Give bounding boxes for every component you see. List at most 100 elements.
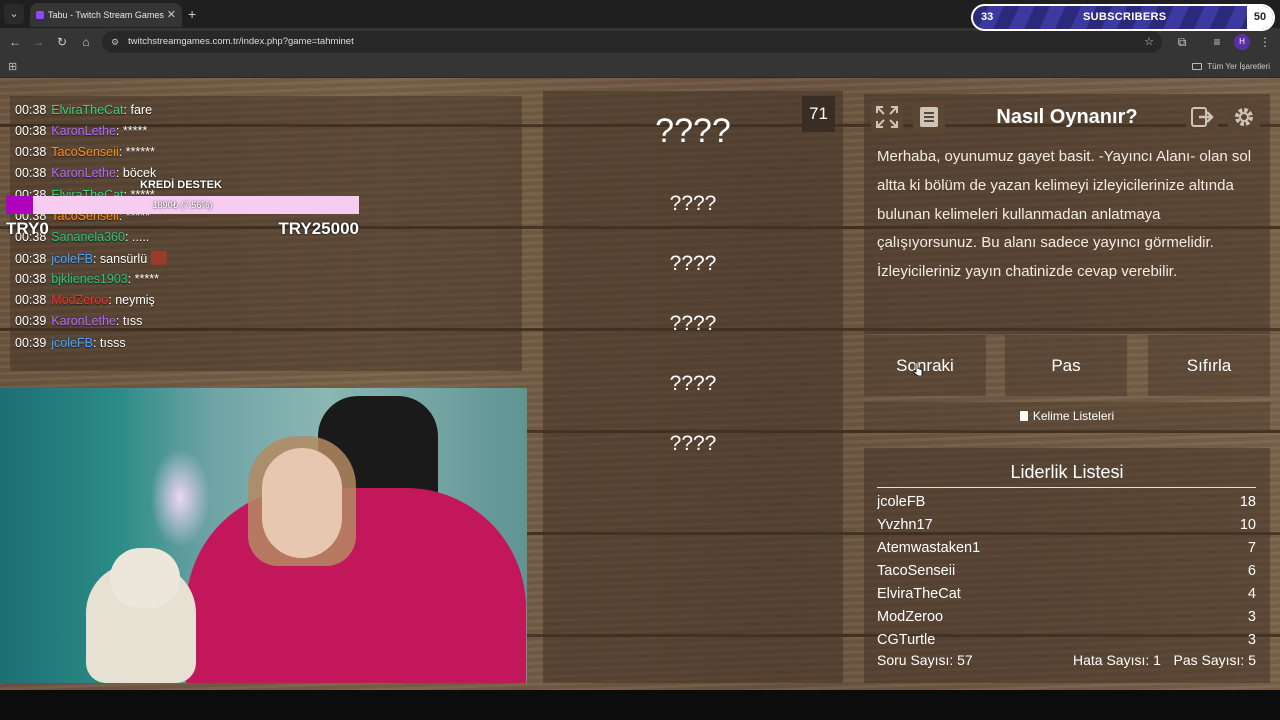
leaderboard-list: jcoleFB 18 Yvzhn17 10 Atemwastaken1 7 TacoSens… xyxy=(877,494,1256,649)
word-lists-button[interactable]: Kelime Listeleri xyxy=(864,402,1270,431)
chat-timestamp: 00:39 xyxy=(15,336,47,350)
leaderboard-score: 4 xyxy=(1247,586,1256,602)
taboo-word: ???? xyxy=(669,432,717,455)
chat-username[interactable]: ModZeroo xyxy=(51,293,108,307)
donation-progress-bar: 1890₺ (7.56%) xyxy=(6,196,359,214)
chat-text: : ***** xyxy=(115,124,148,138)
chat-text: : fare xyxy=(123,103,153,117)
donation-goal-title: KREDİ DESTEK xyxy=(140,179,222,191)
leaderboard-score: 10 xyxy=(1239,517,1256,533)
tab-search-icon[interactable]: ⌄ xyxy=(4,4,24,24)
subs-goal-count: 50 xyxy=(1247,6,1273,29)
leaderboard-name: Yvzhn17 xyxy=(877,517,933,533)
leaderboard-name: CGTurtle xyxy=(877,632,936,648)
chat-message: 00:38 bjklienes1903: ***** xyxy=(15,272,159,286)
leaderboard-row: CGTurtle 3 xyxy=(877,632,1256,649)
chat-message: 00:39 KaronLethe: tıss xyxy=(15,314,142,328)
chat-timestamp: 00:38 xyxy=(15,103,47,117)
chat-message: 00:39 jcoleFB: tısss xyxy=(15,336,126,350)
pass-count: Pas Sayısı: 5 xyxy=(1173,652,1256,668)
chat-text: : böcek xyxy=(115,166,157,180)
question-count: Soru Sayısı: 57 xyxy=(877,652,973,668)
leaderboard-divider xyxy=(877,487,1256,488)
leaderboard-name: ElviraTheCat xyxy=(877,586,961,602)
new-tab-icon[interactable]: + xyxy=(188,3,196,25)
chat-timestamp: 00:39 xyxy=(15,314,47,328)
leaderboard-row: Yvzhn17 10 xyxy=(877,517,1256,537)
taboo-word: ???? xyxy=(669,312,717,335)
donation-progress-label: 1890₺ (7.56%) xyxy=(152,200,213,210)
leaderboard-score: 6 xyxy=(1247,563,1256,579)
reading-list-icon[interactable]: ≡ xyxy=(1208,33,1226,51)
chat-message: 00:38 KaronLethe: ***** xyxy=(15,124,147,138)
bookmark-star-icon[interactable]: ☆ xyxy=(1144,31,1154,53)
close-tab-icon[interactable]: ✕ xyxy=(167,3,176,27)
chat-timestamp: 00:38 xyxy=(15,166,47,180)
leaderboard-row: jcoleFB 18 xyxy=(877,494,1256,514)
chat-username[interactable]: KaronLethe xyxy=(51,314,116,328)
chat-text: : neymiş xyxy=(108,293,155,307)
profile-avatar[interactable]: H xyxy=(1234,34,1250,50)
home-icon[interactable]: ⌂ xyxy=(77,33,95,51)
chat-username[interactable]: ElviraTheCat xyxy=(51,103,123,117)
chat-username[interactable]: KaronLethe xyxy=(51,166,116,180)
reload-icon[interactable]: ↻ xyxy=(53,33,71,51)
chat-text: : ****** xyxy=(118,145,155,159)
leaderboard-name: jcoleFB xyxy=(877,494,926,510)
chat-timestamp: 00:38 xyxy=(15,124,47,138)
subs-current-count: 33 xyxy=(981,11,994,23)
folder-icon xyxy=(1192,63,1203,70)
extensions-icon[interactable]: ⧉ xyxy=(1173,33,1191,51)
bottom-bar xyxy=(0,690,1280,720)
emote-icon xyxy=(151,251,168,265)
chat-text: : ***** xyxy=(127,272,160,286)
tab-title: Tabu - Twitch Stream Games xyxy=(48,10,164,20)
chat-username[interactable]: bjklienes1903 xyxy=(51,272,127,286)
chat-username[interactable]: jcoleFB xyxy=(51,252,93,266)
chat-username[interactable]: KaronLethe xyxy=(51,124,116,138)
howto-title: Nasıl Oynanır? xyxy=(996,106,1138,128)
donation-min: TRY0 xyxy=(6,219,49,238)
favicon-icon xyxy=(36,11,44,19)
round-timer: 71 xyxy=(802,96,835,132)
chat-timestamp: 00:38 xyxy=(15,252,47,266)
leaderboard-row: Atemwastaken1 7 xyxy=(877,540,1256,560)
chat-timestamp: 00:38 xyxy=(15,145,47,159)
chat-text: : tıss xyxy=(115,314,143,328)
cam-streamer-body xyxy=(186,488,526,683)
browser-menu-icon[interactable]: ⋮ xyxy=(1256,33,1274,51)
howto-text: Merhaba, oyunumuz gayet basit. -Yayıncı … xyxy=(877,148,1252,281)
leaderboard-row: ModZeroo 3 xyxy=(877,609,1256,629)
apps-grid-icon[interactable]: ⊞ xyxy=(8,60,17,73)
donation-max: TRY25000 xyxy=(278,219,359,238)
chat-message: 00:38 TacoSenseii: ****** xyxy=(15,145,155,159)
chat-username[interactable]: jcoleFB xyxy=(51,336,93,350)
url-text: twitchstreamgames.com.tr/index.php?game=… xyxy=(128,36,354,47)
reset-button[interactable]: Sıfırla xyxy=(1148,335,1270,396)
document-icon xyxy=(1019,411,1028,421)
leaderboard-score: 7 xyxy=(1247,540,1256,556)
chat-username[interactable]: TacoSenseii xyxy=(51,145,118,159)
chat-message: 00:38 ElviraTheCat: fare xyxy=(15,103,152,117)
site-info-icon[interactable]: ⚙ xyxy=(111,37,119,47)
chat-message: 00:38 ModZeroo: neymiş xyxy=(15,293,155,307)
active-tab[interactable]: Tabu - Twitch Stream Games ✕ xyxy=(30,3,182,27)
chat-text: : sansürlü xyxy=(92,252,148,266)
chat-text: : tısss xyxy=(92,336,126,350)
leaderboard-score: 3 xyxy=(1247,632,1256,648)
leaderboard-row: TacoSenseii 6 xyxy=(877,563,1256,583)
forward-icon[interactable]: → xyxy=(29,33,47,51)
taboo-word: ???? xyxy=(669,252,717,275)
address-bar[interactable]: ⚙ twitchstreamgames.com.tr/index.php?gam… xyxy=(102,31,1162,53)
browser-toolbar: ← → ↻ ⌂ ⚙ twitchstreamgames.com.tr/index… xyxy=(0,28,1280,56)
all-bookmarks[interactable]: Tüm Yer İşaretleri xyxy=(1192,56,1270,78)
game-stats: Soru Sayısı: 57 Hata Sayısı: 1 Pas Sayıs… xyxy=(877,652,1256,670)
mouse-pointer-icon xyxy=(913,362,923,376)
pass-button[interactable]: Pas xyxy=(1005,335,1127,396)
back-icon[interactable]: ← xyxy=(6,33,24,51)
leaderboard-name: TacoSenseii xyxy=(877,563,956,579)
bookmarks-bar: ⊞ Tüm Yer İşaretleri xyxy=(0,56,1280,78)
cam-teddy-bear-head xyxy=(110,548,180,608)
main-word: ???? xyxy=(655,112,731,150)
next-button[interactable]: Sonraki xyxy=(864,335,986,396)
